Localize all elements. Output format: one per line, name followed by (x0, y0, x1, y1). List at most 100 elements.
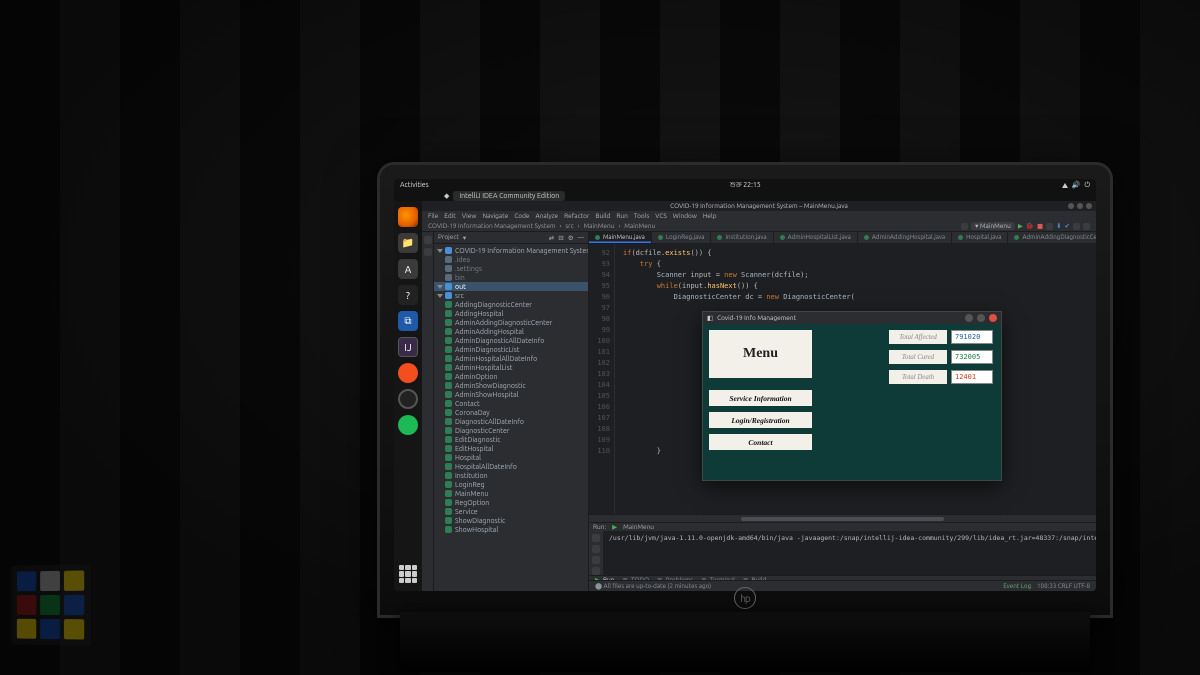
tree-node[interactable]: DiagnosticCenter (434, 426, 588, 435)
brave-icon[interactable] (398, 363, 418, 383)
menu-analyze[interactable]: Analyze (536, 213, 559, 220)
swing-button-service-information[interactable]: Service Information (709, 390, 812, 406)
breadcrumb-segment[interactable]: MainMenu (624, 223, 655, 230)
power-icon[interactable]: ⏻ (1084, 181, 1090, 190)
tree-node[interactable]: ShowHospital (434, 525, 588, 534)
breadcrumb-segment[interactable]: src (565, 223, 573, 230)
tree-node[interactable]: Hospital (434, 453, 588, 462)
tree-node[interactable]: Service (434, 507, 588, 516)
tree-node[interactable]: DiagnosticAllDateInfo (434, 417, 588, 426)
activities-button[interactable]: Activities (400, 181, 429, 189)
ide-settings-icon[interactable] (1083, 223, 1090, 230)
window-minimize-icon[interactable] (1068, 203, 1074, 209)
tree-node[interactable]: EditDiagnostic (434, 435, 588, 444)
app-menu-icon[interactable]: ◆ (444, 192, 449, 200)
project-view-label[interactable]: Project (438, 234, 459, 241)
obs-icon[interactable] (398, 389, 418, 409)
tree-node[interactable]: AdminShowHospital (434, 390, 588, 399)
editor-tab[interactable]: LoginReg.java (652, 232, 712, 243)
run-stop-icon[interactable] (592, 545, 600, 553)
files-icon[interactable]: 📁 (398, 233, 418, 253)
search-everywhere-icon[interactable] (1073, 223, 1080, 230)
editor-tab[interactable]: AdminHospitalList.java (774, 232, 858, 243)
menu-build[interactable]: Build (595, 213, 610, 220)
project-tool-button[interactable] (424, 236, 432, 244)
menu-file[interactable]: File (428, 213, 438, 220)
profiler-icon[interactable] (1046, 223, 1053, 230)
run-output[interactable]: /usr/lib/jvm/java-1.11.0-openjdk-amd64/b… (603, 531, 1096, 575)
swing-close-icon[interactable] (989, 314, 997, 322)
horizontal-scrollbar[interactable] (589, 514, 1096, 522)
tree-node[interactable]: .idea (434, 255, 588, 264)
run-pin-icon[interactable] (592, 556, 600, 564)
menu-vcs[interactable]: VCS (655, 213, 667, 220)
project-settings-icon[interactable]: ⚙ (568, 234, 574, 242)
breadcrumb-segment[interactable]: MainMenu (583, 223, 614, 230)
tree-node[interactable]: COVID-19 Information Management System (434, 246, 588, 255)
tree-node[interactable]: out (434, 282, 588, 291)
project-hide-icon[interactable]: — (578, 234, 584, 241)
tree-node[interactable]: CoronaDay (434, 408, 588, 417)
vcs-update-icon[interactable]: ⬇ (1056, 222, 1061, 230)
tree-node[interactable]: AdminAddingHospital (434, 327, 588, 336)
swing-minimize-icon[interactable] (965, 314, 973, 322)
intellij-icon[interactable]: IJ (398, 337, 418, 357)
gnome-clock[interactable]: শুক্র 22:15 (437, 179, 1054, 191)
tree-node[interactable]: AddingDiagnosticCenter (434, 300, 588, 309)
tree-node[interactable]: AddingHospital (434, 309, 588, 318)
build-icon[interactable] (961, 223, 968, 230)
tree-node[interactable]: EditHospital (434, 444, 588, 453)
tree-node[interactable]: AdminShowDiagnostic (434, 381, 588, 390)
tree-node[interactable]: RegOption (434, 498, 588, 507)
tree-node[interactable]: LoginReg (434, 480, 588, 489)
stop-icon[interactable]: ■ (1037, 222, 1043, 230)
tree-node[interactable]: AdminAddingDiagnosticCenter (434, 318, 588, 327)
tree-node[interactable]: ShowDiagnostic (434, 516, 588, 525)
tree-node[interactable]: AdminOption (434, 372, 588, 381)
menu-refactor[interactable]: Refactor (564, 213, 589, 220)
project-sync-icon[interactable]: ⇄ (549, 234, 554, 242)
tree-node[interactable]: AdminDiagnosticList (434, 345, 588, 354)
run-restart-icon[interactable] (592, 534, 600, 542)
editor-tab[interactable]: Institution.java (711, 232, 773, 243)
firefox-icon[interactable] (398, 207, 418, 227)
window-close-icon[interactable] (1086, 203, 1092, 209)
vscode-icon[interactable]: ⧉ (398, 311, 418, 331)
menu-run[interactable]: Run (616, 213, 627, 220)
tree-node[interactable]: .settings (434, 264, 588, 273)
menu-edit[interactable]: Edit (444, 213, 456, 220)
tree-node[interactable]: HospitalAllDateInfo (434, 462, 588, 471)
project-tree[interactable]: COVID-19 Information Management System.i… (434, 244, 588, 591)
menu-navigate[interactable]: Navigate (482, 213, 508, 220)
editor-tab[interactable]: MainMenu.java (589, 232, 652, 243)
tree-node[interactable]: src (434, 291, 588, 300)
editor-tab[interactable]: AdminAddingHospital.java (858, 232, 952, 243)
tree-node[interactable]: Contact (434, 399, 588, 408)
run-icon[interactable]: ▶ (1018, 222, 1023, 230)
swing-button-contact[interactable]: Contact (709, 434, 812, 450)
network-icon[interactable] (1062, 183, 1068, 188)
menu-help[interactable]: Help (703, 213, 717, 220)
tree-node[interactable]: AdminHospitalAllDateInfo (434, 354, 588, 363)
menu-code[interactable]: Code (514, 213, 529, 220)
menu-view[interactable]: View (462, 213, 477, 220)
spotify-icon[interactable] (398, 415, 418, 435)
vcs-commit-icon[interactable]: ✔ (1065, 222, 1070, 230)
tree-node[interactable]: Institution (434, 471, 588, 480)
app-menu-label[interactable]: IntelliJ IDEA Community Edition (453, 191, 565, 201)
tree-node[interactable]: AdminHospitalList (434, 363, 588, 372)
volume-icon[interactable]: 🔊 (1072, 181, 1081, 189)
event-log-button[interactable]: Event Log (1003, 583, 1031, 590)
menu-tools[interactable]: Tools (634, 213, 649, 220)
project-collapse-icon[interactable]: ⊟ (558, 234, 563, 242)
run-rerun-icon[interactable]: ▶ (612, 523, 617, 531)
editor-tab[interactable]: Hospital.java (952, 232, 1008, 243)
debug-icon[interactable]: 🐞 (1026, 222, 1034, 230)
tree-node[interactable]: AdminDiagnosticAllDateInfo (434, 336, 588, 345)
run-softwrap-icon[interactable] (592, 567, 600, 575)
editor-tab[interactable]: AdminAddingDiagnosticCenter.java (1008, 232, 1096, 243)
help-icon[interactable]: ? (398, 285, 418, 305)
run-config-combo[interactable]: ▾ MainMenu (971, 222, 1015, 230)
tree-node[interactable]: bin (434, 273, 588, 282)
status-position[interactable]: 108:33 CRLF UTF-8 (1037, 583, 1090, 590)
